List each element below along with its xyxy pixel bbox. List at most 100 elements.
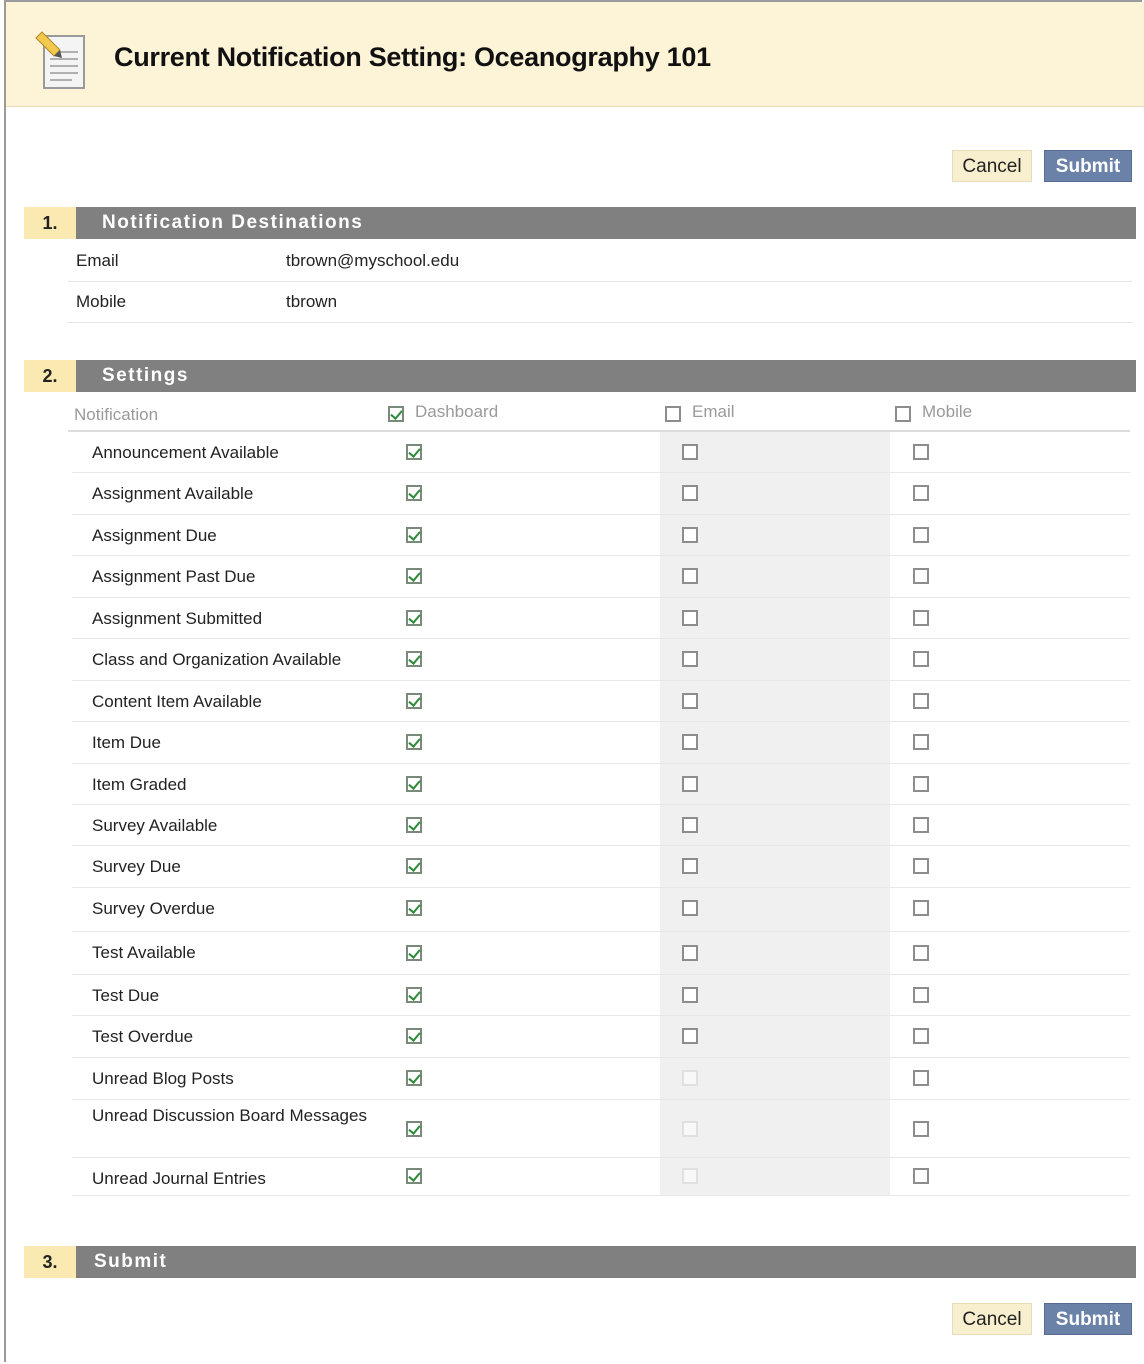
table-row: Item Due bbox=[72, 722, 1130, 764]
table-row: Content Item Available bbox=[72, 681, 1130, 722]
email-checkbox[interactable] bbox=[682, 987, 698, 1003]
cancel-button-bottom[interactable]: Cancel bbox=[952, 1303, 1032, 1335]
email-checkbox[interactable] bbox=[682, 527, 698, 543]
dashboard-checkbox[interactable] bbox=[406, 693, 422, 709]
mobile-checkbox[interactable] bbox=[913, 651, 929, 667]
notification-label: Assignment Available bbox=[92, 484, 254, 503]
notification-label: Survey Available bbox=[92, 816, 218, 835]
mobile-checkbox[interactable] bbox=[913, 858, 929, 874]
email-checkbox bbox=[682, 1121, 698, 1137]
mobile-checkbox[interactable] bbox=[913, 945, 929, 961]
dashboard-checkbox[interactable] bbox=[406, 1070, 422, 1086]
step-title: Submit bbox=[76, 1246, 1136, 1278]
dashboard-checkbox[interactable] bbox=[406, 651, 422, 667]
cancel-button-top[interactable]: Cancel bbox=[952, 150, 1032, 182]
dashboard-checkbox[interactable] bbox=[406, 776, 422, 792]
destination-value: tbrown@myschool.edu bbox=[286, 251, 460, 270]
notification-label: Test Available bbox=[92, 943, 196, 962]
mobile-select-all-checkbox[interactable] bbox=[895, 406, 911, 422]
mobile-checkbox[interactable] bbox=[913, 1028, 929, 1044]
notification-label: Unread Blog Posts bbox=[92, 1069, 234, 1088]
notification-label: Class and Organization Available bbox=[92, 650, 342, 669]
submit-button-bottom[interactable]: Submit bbox=[1044, 1303, 1132, 1335]
dashboard-checkbox[interactable] bbox=[406, 444, 422, 460]
email-checkbox[interactable] bbox=[682, 1028, 698, 1044]
step-header-settings: 2. Settings bbox=[24, 360, 1136, 392]
destination-row-email: Email tbrown@myschool.edu bbox=[68, 241, 1132, 282]
email-checkbox[interactable] bbox=[682, 858, 698, 874]
mobile-checkbox[interactable] bbox=[913, 734, 929, 750]
mobile-checkbox[interactable] bbox=[913, 1121, 929, 1137]
submit-button-top[interactable]: Submit bbox=[1044, 150, 1132, 182]
mobile-checkbox[interactable] bbox=[913, 610, 929, 626]
email-checkbox bbox=[682, 1168, 698, 1184]
mobile-checkbox[interactable] bbox=[913, 817, 929, 833]
email-select-all-checkbox[interactable] bbox=[665, 406, 681, 422]
notification-label: Test Due bbox=[92, 986, 160, 1005]
table-row: Item Graded bbox=[72, 764, 1130, 805]
email-checkbox[interactable] bbox=[682, 945, 698, 961]
dashboard-checkbox[interactable] bbox=[406, 1168, 422, 1184]
table-row: Unread Discussion Board Messages bbox=[72, 1100, 1130, 1158]
column-header-dashboard: Dashboard bbox=[415, 402, 499, 421]
dashboard-checkbox[interactable] bbox=[406, 1028, 422, 1044]
dashboard-checkbox[interactable] bbox=[406, 858, 422, 874]
mobile-checkbox[interactable] bbox=[913, 527, 929, 543]
step-header-submit: 3. Submit bbox=[24, 1246, 1136, 1278]
mobile-checkbox[interactable] bbox=[913, 1070, 929, 1086]
dashboard-checkbox[interactable] bbox=[406, 568, 422, 584]
dashboard-checkbox[interactable] bbox=[406, 485, 422, 501]
notification-label: Content Item Available bbox=[92, 692, 262, 711]
notification-label: Item Graded bbox=[92, 775, 187, 794]
mobile-checkbox[interactable] bbox=[913, 485, 929, 501]
dashboard-checkbox[interactable] bbox=[406, 945, 422, 961]
notification-label: Assignment Submitted bbox=[92, 609, 263, 628]
dashboard-checkbox[interactable] bbox=[406, 1121, 422, 1137]
mobile-checkbox[interactable] bbox=[913, 900, 929, 916]
notification-label: Unread Journal Entries bbox=[92, 1169, 266, 1188]
email-checkbox[interactable] bbox=[682, 734, 698, 750]
notification-label: Survey Overdue bbox=[92, 899, 215, 918]
table-row: Test Available bbox=[72, 932, 1130, 975]
email-checkbox[interactable] bbox=[682, 776, 698, 792]
mobile-checkbox[interactable] bbox=[913, 1168, 929, 1184]
mobile-checkbox[interactable] bbox=[913, 987, 929, 1003]
dashboard-checkbox[interactable] bbox=[406, 610, 422, 626]
destination-label: Mobile bbox=[76, 292, 127, 311]
table-row: Assignment Available bbox=[72, 473, 1130, 515]
notification-label: Survey Due bbox=[92, 857, 181, 876]
mobile-checkbox[interactable] bbox=[913, 776, 929, 792]
dashboard-checkbox[interactable] bbox=[406, 900, 422, 916]
step-title: Notification Destinations bbox=[76, 207, 1136, 239]
step-header-destinations: 1. Notification Destinations bbox=[24, 207, 1136, 239]
email-checkbox[interactable] bbox=[682, 444, 698, 460]
table-row: Announcement Available bbox=[72, 432, 1130, 473]
email-checkbox[interactable] bbox=[682, 900, 698, 916]
table-row: Survey Overdue bbox=[72, 888, 1130, 932]
email-checkbox[interactable] bbox=[682, 817, 698, 833]
mobile-checkbox[interactable] bbox=[913, 444, 929, 460]
title-bar: Current Notification Setting: Oceanograp… bbox=[6, 2, 1144, 107]
email-checkbox[interactable] bbox=[682, 568, 698, 584]
table-row: Survey Due bbox=[72, 846, 1130, 888]
email-checkbox[interactable] bbox=[682, 693, 698, 709]
mobile-checkbox[interactable] bbox=[913, 568, 929, 584]
table-row: Test Due bbox=[72, 975, 1130, 1016]
step-title: Settings bbox=[76, 360, 1136, 392]
mobile-checkbox[interactable] bbox=[913, 693, 929, 709]
step-number: 1. bbox=[24, 207, 76, 239]
email-checkbox[interactable] bbox=[682, 651, 698, 667]
notification-label: Announcement Available bbox=[92, 443, 279, 462]
table-row: Assignment Submitted bbox=[72, 598, 1130, 639]
destination-label: Email bbox=[76, 251, 119, 270]
dashboard-select-all-checkbox[interactable] bbox=[388, 406, 404, 422]
email-checkbox[interactable] bbox=[682, 610, 698, 626]
email-checkbox[interactable] bbox=[682, 485, 698, 501]
email-checkbox bbox=[682, 1070, 698, 1086]
dashboard-checkbox[interactable] bbox=[406, 817, 422, 833]
dashboard-checkbox[interactable] bbox=[406, 527, 422, 543]
notification-label: Assignment Past Due bbox=[92, 567, 256, 586]
notification-label: Assignment Due bbox=[92, 526, 217, 545]
dashboard-checkbox[interactable] bbox=[406, 734, 422, 750]
dashboard-checkbox[interactable] bbox=[406, 987, 422, 1003]
